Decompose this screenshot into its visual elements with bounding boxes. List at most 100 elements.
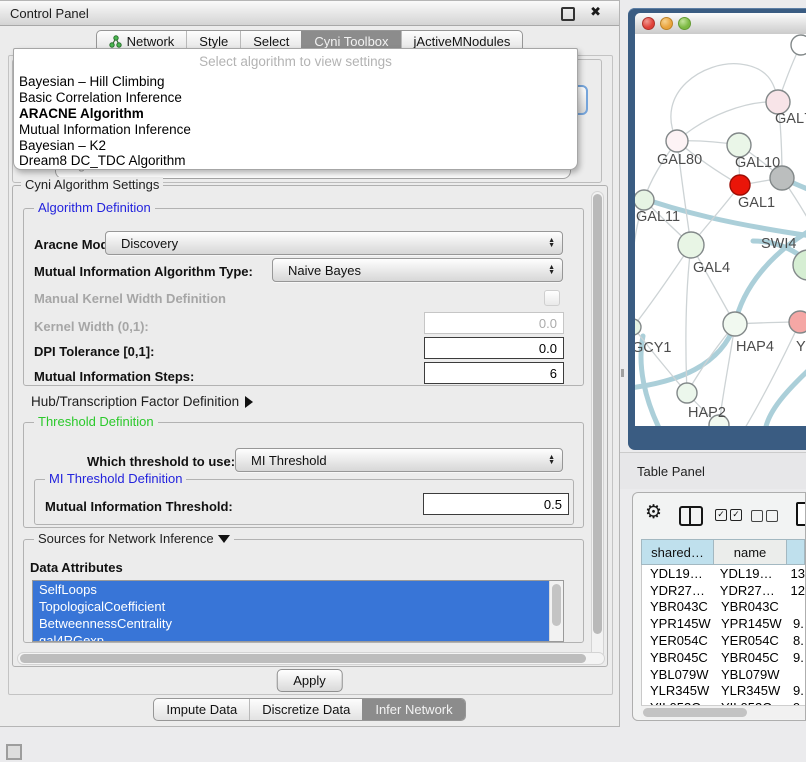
splitpane-handle[interactable] — [621, 369, 624, 377]
network-canvas[interactable]: GAL7GAL80GAL10GAL1GAL11GAL4SWI4GCY1HAP4Y… — [635, 34, 806, 426]
settings-horizontal-scrollbar[interactable] — [17, 652, 605, 665]
node-gal1[interactable] — [730, 175, 750, 195]
table-cell: YBR043C — [642, 599, 715, 616]
combo-arrows-icon: ▲▼ — [548, 265, 562, 275]
dropdown-item-basic-correlation-inference[interactable]: Basic Correlation Inference — [14, 90, 577, 106]
node-top-partial[interactable] — [791, 35, 806, 55]
apply-button[interactable]: Apply — [276, 669, 343, 692]
mi-threshold-label: Mutual Information Threshold: — [45, 499, 233, 514]
attribute-item-betweennesscentrality[interactable]: BetweennessCentrality — [33, 615, 556, 632]
network-edge — [635, 245, 691, 327]
zoom-traffic-light[interactable] — [678, 17, 691, 30]
table-row[interactable]: YDR27…YDR27…12 — [642, 582, 805, 599]
close-icon[interactable]: ✖ — [590, 4, 601, 20]
float-window-icon[interactable] — [561, 7, 575, 21]
dropdown-item-aracne-algorithm[interactable]: ARACNE Algorithm — [14, 106, 577, 122]
table-horizontal-scrollbar[interactable] — [641, 705, 805, 719]
attribute-item-selfloops[interactable]: SelfLoops — [33, 581, 556, 598]
table-row[interactable]: YLR345WYLR345W9. — [642, 683, 805, 700]
network-edge — [765, 366, 806, 426]
mi-steps-field[interactable]: 6 — [424, 362, 564, 384]
cyni-algorithm-settings-group: Cyni Algorithm Settings Algorithm Defini… — [12, 185, 608, 667]
table-row[interactable]: YBR043CYBR043C — [642, 599, 805, 616]
scrollbar-thumb[interactable] — [20, 654, 586, 663]
checked-box-icon: ✓ — [730, 509, 742, 521]
combo-arrows-icon: ▲▼ — [548, 238, 562, 248]
table-row[interactable]: YBR045CYBR045C9. — [642, 649, 805, 666]
node-y-partial[interactable] — [789, 311, 806, 333]
table-cell: YDR27… — [642, 582, 714, 599]
combo-arrows-icon: ▲▼ — [548, 455, 562, 465]
unselect-all-columns-icon[interactable] — [751, 510, 778, 522]
scrollbar-thumb[interactable] — [593, 194, 602, 634]
tab-label: Discretize Data — [262, 702, 350, 717]
expand-right-icon[interactable] — [245, 396, 253, 408]
attribute-item-gal4rgexp[interactable]: gal4RGexp — [33, 632, 556, 642]
dropdown-item-dream8-dc-tdc-algorithm[interactable]: Dream8 DC_TDC Algorithm — [14, 153, 577, 169]
close-traffic-light[interactable] — [642, 17, 655, 30]
table-row[interactable]: YBL079WYBL079W — [642, 666, 805, 683]
mi-type-combobox[interactable]: Naive Bayes ▲▼ — [272, 258, 563, 282]
manual-kernel-label: Manual Kernel Width Definition — [34, 291, 226, 306]
panel-grip-icon[interactable] — [6, 744, 22, 760]
kernel-width-value: 0.0 — [539, 316, 557, 331]
manual-kernel-checkbox[interactable] — [544, 290, 560, 306]
node-gal4[interactable] — [678, 232, 704, 258]
network-window-titlebar[interactable] — [635, 13, 806, 35]
node-gcy1[interactable] — [635, 319, 641, 335]
split-columns-icon[interactable] — [679, 506, 703, 526]
data-attributes-listbox[interactable]: SelfLoopsTopologicalCoefficientBetweenne… — [32, 580, 564, 642]
table-cell: YER054C — [715, 632, 788, 649]
scrollbar-thumb[interactable] — [552, 584, 561, 626]
tab-label: Infer Network — [375, 702, 452, 717]
sources-group-title[interactable]: Sources for Network Inference — [34, 531, 234, 546]
select-all-columns-icon[interactable]: ✓ ✓ — [715, 509, 742, 521]
column-header-2[interactable] — [787, 539, 805, 565]
node-gal80[interactable] — [666, 130, 688, 152]
table-cell: YPR145W — [642, 615, 715, 632]
dropdown-item-mutual-information-inference[interactable]: Mutual Information Inference — [14, 121, 577, 137]
node-hap4[interactable] — [723, 312, 747, 336]
column-header-shared[interactable]: shared… — [641, 539, 714, 565]
collapse-down-icon[interactable] — [218, 535, 230, 543]
tab-label: Style — [199, 34, 228, 49]
aracne-mode-combobox[interactable]: Discovery ▲▼ — [105, 231, 563, 255]
control-panel-titlebar: Control Panel ✖ — [0, 1, 619, 26]
bottom-tab-discretize-data[interactable]: Discretize Data — [249, 699, 362, 720]
scrollbar-thumb[interactable] — [643, 708, 747, 717]
mi-type-value: Naive Bayes — [288, 263, 361, 278]
kernel-width-field[interactable]: 0.0 — [424, 312, 564, 334]
node-hap2-label: HAP2 — [688, 405, 726, 421]
mi-steps-value: 6 — [550, 366, 557, 381]
table-row[interactable]: YER054CYER054C8. — [642, 632, 805, 649]
dropdown-item-bayesian-k2[interactable]: Bayesian – K2 — [14, 137, 577, 153]
gear-icon[interactable]: ⚙ — [645, 501, 662, 524]
node-gal11-label: GAL11 — [636, 209, 680, 225]
document-icon[interactable] — [796, 502, 806, 526]
listbox-vertical-scrollbar[interactable] — [549, 581, 563, 641]
dropdown-item-bayesian-hill-climbing[interactable]: Bayesian – Hill Climbing — [14, 74, 577, 90]
unchecked-box-icon — [766, 510, 778, 522]
network-edge — [677, 102, 778, 141]
mi-threshold-field[interactable]: 0.5 — [423, 493, 569, 515]
table-row[interactable]: YDL19…YDL19…13 — [642, 565, 805, 582]
hub-definition-section[interactable]: Hub/Transcription Factor Definition — [31, 394, 253, 409]
settings-vertical-scrollbar[interactable] — [591, 191, 604, 659]
column-header-name[interactable]: name — [714, 539, 787, 565]
bottom-tab-group: Impute Data Discretize Data Infer Network — [153, 698, 465, 721]
node-gal11[interactable] — [635, 190, 654, 210]
settings-group-title: Cyni Algorithm Settings — [21, 177, 163, 192]
node-hap2[interactable] — [677, 383, 697, 403]
attribute-item-topologicalcoefficient[interactable]: TopologicalCoefficient — [33, 598, 556, 615]
algorithm-dropdown-popup: Select algorithm to view settings Bayesi… — [13, 48, 578, 170]
which-threshold-combobox[interactable]: MI Threshold ▲▼ — [235, 448, 563, 472]
table-cell: YDL19… — [642, 565, 714, 582]
minimize-traffic-light[interactable] — [660, 17, 673, 30]
network-icon — [109, 35, 122, 48]
node-gal10[interactable] — [727, 133, 751, 157]
bottom-tab-infer-network[interactable]: Infer Network — [362, 699, 464, 720]
node-gal80-label: GAL80 — [657, 152, 702, 168]
bottom-tab-impute-data[interactable]: Impute Data — [154, 699, 249, 720]
dpi-tolerance-field[interactable]: 0.0 — [424, 337, 564, 359]
table-row[interactable]: YPR145WYPR145W9. — [642, 615, 805, 632]
